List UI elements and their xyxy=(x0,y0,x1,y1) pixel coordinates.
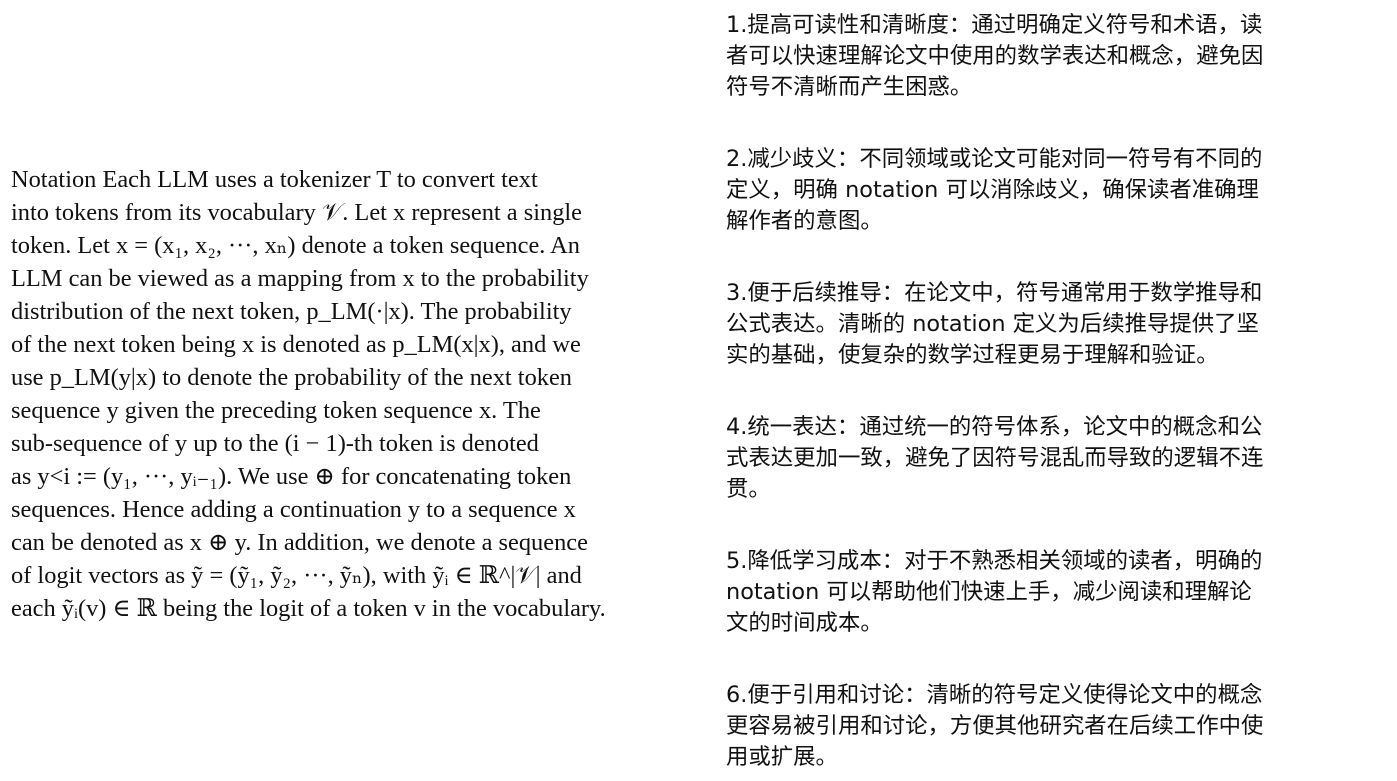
benefit-item: 5.降低学习成本：对于不熟悉相关领域的读者，明确的 notation 可以帮助他… xyxy=(726,546,1356,639)
benefit-item: 1.提高可读性和清晰度：通过明确定义符号和术语，读 者可以快速理解论文中使用的数… xyxy=(726,10,1356,103)
notation-line: can be denoted as x ⊕ y. In addition, we… xyxy=(11,529,588,556)
notation-line: sequence y given the preceding token seq… xyxy=(11,397,541,424)
notation-line: Notation Each LLM uses a tokenizer T to … xyxy=(11,166,538,193)
benefit-line: 用或扩展。 xyxy=(726,744,838,770)
benefit-line: 6.便于引用和讨论：清晰的符号定义使得论文中的概念 xyxy=(726,682,1263,708)
notation-line: sub-sequence of y up to the (i − 1)-th t… xyxy=(11,430,539,457)
notation-paragraph: Notation Each LLM uses a tokenizer T to … xyxy=(11,163,661,625)
notation-line: token. Let x = (x₁, x₂, ···, xₙ) denote … xyxy=(11,232,580,259)
notation-line: use p_LM(y|x) to denote the probability … xyxy=(11,364,572,391)
benefit-line: 解作者的意图。 xyxy=(726,208,883,234)
notation-line: of logit vectors as ỹ = (ỹ₁, ỹ₂, ···, ỹₙ… xyxy=(11,562,582,589)
benefit-item: 6.便于引用和讨论：清晰的符号定义使得论文中的概念 更容易被引用和讨论，方便其他… xyxy=(726,680,1356,773)
benefit-line: 4.统一表达：通过统一的符号体系，论文中的概念和公 xyxy=(726,414,1263,440)
benefit-line: 定义，明确 notation 可以消除歧义，确保读者准确理 xyxy=(726,177,1259,203)
notation-line: into tokens from its vocabulary 𝒱. Let x… xyxy=(11,199,582,226)
notation-line: LLM can be viewed as a mapping from x to… xyxy=(11,265,589,292)
notation-line: distribution of the next token, p_LM(·|x… xyxy=(11,298,572,325)
benefit-line: 贯。 xyxy=(726,476,771,502)
benefit-line: 符号不清晰而产生困惑。 xyxy=(726,74,973,100)
notation-line: of the next token being x is denoted as … xyxy=(11,331,581,358)
benefit-line: 式表达更加一致，避免了因符号混乱而导致的逻辑不连 xyxy=(726,445,1264,471)
benefit-item: 2.减少歧义：不同领域或论文可能对同一符号有不同的 定义，明确 notation… xyxy=(726,144,1356,237)
benefit-line: notation 可以帮助他们快速上手，减少阅读和理解论 xyxy=(726,579,1252,605)
benefit-line: 3.便于后续推导：在论文中，符号通常用于数学推导和 xyxy=(726,280,1263,306)
benefit-item: 3.便于后续推导：在论文中，符号通常用于数学推导和 公式表达。清晰的 notat… xyxy=(726,278,1356,371)
notation-line: as y<i := (y₁, ···, yᵢ₋₁). We use ⊕ for … xyxy=(11,463,572,490)
benefit-line: 文的时间成本。 xyxy=(726,610,883,636)
benefits-list: 1.提高可读性和清晰度：通过明确定义符号和术语，读 者可以快速理解论文中使用的数… xyxy=(726,10,1356,773)
benefit-line: 更容易被引用和讨论，方便其他研究者在后续工作中使 xyxy=(726,713,1264,739)
notation-line: sequences. Hence adding a continuation y… xyxy=(11,496,576,523)
benefit-item: 4.统一表达：通过统一的符号体系，论文中的概念和公 式表达更加一致，避免了因符号… xyxy=(726,412,1356,505)
benefit-line: 5.降低学习成本：对于不熟悉相关领域的读者，明确的 xyxy=(726,548,1263,574)
benefit-line: 实的基础，使复杂的数学过程更易于理解和验证。 xyxy=(726,342,1219,368)
benefit-line: 者可以快速理解论文中使用的数学表达和概念，避免因 xyxy=(726,43,1264,69)
benefit-line: 2.减少歧义：不同领域或论文可能对同一符号有不同的 xyxy=(726,146,1263,172)
notation-line: each ỹᵢ(v) ∈ ℝ being the logit of a toke… xyxy=(11,595,606,622)
benefit-line: 公式表达。清晰的 notation 定义为后续推导提供了坚 xyxy=(726,311,1259,337)
benefit-line: 1.提高可读性和清晰度：通过明确定义符号和术语，读 xyxy=(726,12,1263,38)
